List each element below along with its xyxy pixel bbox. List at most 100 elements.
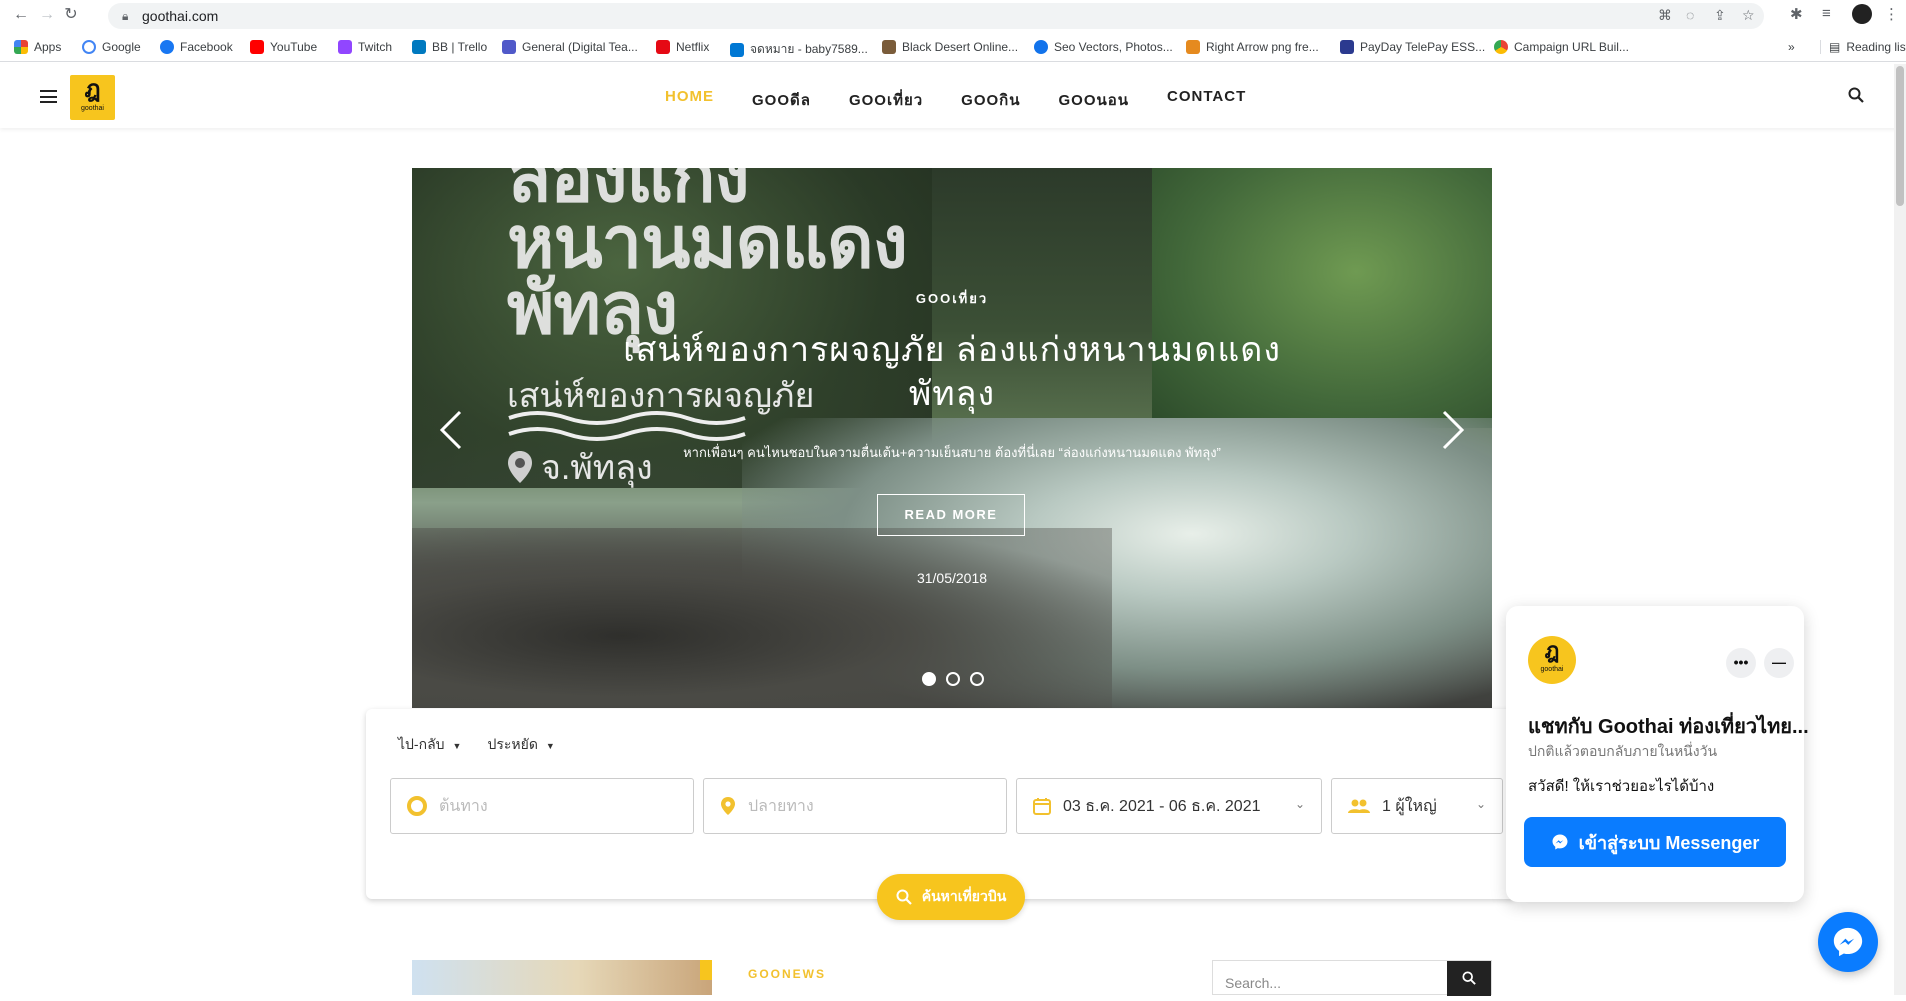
share-icon[interactable]: ⇪ xyxy=(1714,7,1726,24)
forward-icon[interactable]: → xyxy=(38,6,56,24)
bookmark-label: Twitch xyxy=(358,40,393,54)
trip-type-select[interactable]: ไป-กลับ ▼ xyxy=(398,734,461,756)
slider-dot-1[interactable] xyxy=(922,672,936,686)
bookmark-apps[interactable]: Apps xyxy=(14,40,61,54)
bookmark-payday[interactable]: PayDay TelePay ESS... xyxy=(1340,40,1485,54)
reading-list-label: Reading list xyxy=(1846,40,1906,54)
origin-field[interactable]: ต้นทาง xyxy=(390,778,694,834)
nav-goo-eat[interactable]: GOOกิน xyxy=(961,88,1020,112)
logo-text: goothai xyxy=(81,105,104,112)
bookmark-label: Facebook xyxy=(180,40,233,54)
passenger-field[interactable]: 1 ผู้ใหญ่ ⌄ xyxy=(1331,778,1503,834)
bookmark-google[interactable]: Google xyxy=(82,40,141,54)
messenger-fab-button[interactable] xyxy=(1818,912,1878,972)
bookmark-seo-vectors[interactable]: Seo Vectors, Photos... xyxy=(1034,40,1173,54)
messenger-login-button[interactable]: เข้าสู่ระบบ Messenger xyxy=(1524,817,1786,867)
hero-title[interactable]: เสน่ห์ของการผจญภัย ล่องแก่งหนานมดแดง พัท… xyxy=(412,328,1492,416)
bookmark-campaign-url[interactable]: Campaign URL Buil... xyxy=(1494,40,1629,54)
date-range-field[interactable]: 03 ธ.ค. 2021 - 06 ธ.ค. 2021 ⌄ xyxy=(1016,778,1322,834)
chat-minimize-button[interactable]: — xyxy=(1764,648,1794,678)
nav-goo-sleep[interactable]: GOOนอน xyxy=(1059,88,1130,112)
overlay-title-line: หนานมดแดง xyxy=(507,203,908,283)
site-logo[interactable]: ฎ goothai xyxy=(70,75,115,120)
payday-icon xyxy=(1340,40,1354,54)
hero-date: 31/05/2018 xyxy=(916,570,988,586)
caret-down-icon: ▼ xyxy=(452,741,462,751)
sidebar-search-button[interactable] xyxy=(1447,961,1491,996)
class-select[interactable]: ประหยัด ▼ xyxy=(487,734,554,756)
address-bar[interactable]: 🔒︎ goothai.com ⌘ ◌ ⇪ ☆ xyxy=(108,3,1764,29)
bookmark-youtube[interactable]: YouTube xyxy=(250,40,317,54)
bookmark-trello[interactable]: BB | Trello xyxy=(412,40,487,54)
bookmark-netflix[interactable]: Netflix xyxy=(656,40,709,54)
bookmark-teams[interactable]: General (Digital Tea... xyxy=(502,40,638,54)
destination-field[interactable]: ปลายทาง xyxy=(703,778,1007,834)
slider-prev-arrow-icon[interactable] xyxy=(436,408,466,452)
slider-next-arrow-icon[interactable] xyxy=(1438,408,1468,452)
chat-greeting: สวัสดี! ให้เราช่วยอะไรได้บ้าง xyxy=(1528,778,1715,795)
read-more-button[interactable]: READ MORE xyxy=(877,494,1025,536)
chat-subtitle: ปกติแล้วตอบกลับภายในหนึ่งวัน xyxy=(1528,743,1718,759)
facebook-icon xyxy=(160,40,174,54)
hero-category[interactable]: GOOเที่ยว xyxy=(412,288,1492,309)
chevron-down-icon: ⌄ xyxy=(1294,797,1305,811)
messenger-icon xyxy=(1833,927,1863,957)
messenger-login-label: เข้าสู่ระบบ Messenger xyxy=(1578,832,1760,853)
booking-options: ไป-กลับ ▼ ประหยัด ▼ xyxy=(398,734,555,756)
goonews-label[interactable]: GOONEWS xyxy=(748,967,826,981)
location-pin-icon xyxy=(721,797,735,815)
bookmark-outlook[interactable]: จดหมาย - baby7589... xyxy=(730,40,868,59)
bookmark-black-desert[interactable]: Black Desert Online... xyxy=(882,40,1018,54)
bookmark-right-arrow[interactable]: Right Arrow png fre... xyxy=(1186,40,1319,54)
search-icon[interactable] xyxy=(1848,87,1864,103)
extensions-icon[interactable]: ✱ xyxy=(1790,5,1803,23)
chat-logo-glyph: ฎ xyxy=(1544,638,1560,663)
translate-icon[interactable]: ⌘ xyxy=(1658,7,1672,24)
sidebar-search-input[interactable]: Search... xyxy=(1225,975,1281,991)
back-icon[interactable]: ← xyxy=(12,6,30,24)
reload-icon[interactable]: ↻ xyxy=(62,6,80,24)
eye-off-icon[interactable]: ◌ xyxy=(1686,7,1694,23)
nav-home[interactable]: HOME xyxy=(665,88,714,112)
bookmark-label: Black Desert Online... xyxy=(902,40,1019,54)
class-label: ประหยัด xyxy=(487,736,538,752)
nav-contact[interactable]: CONTACT xyxy=(1167,88,1246,112)
bookmark-twitch[interactable]: Twitch xyxy=(338,40,392,54)
news-thumbnail[interactable] xyxy=(412,960,712,995)
chat-title: แชทกับ Goothai ท่องเที่ยวไทย... xyxy=(1528,716,1809,738)
messenger-icon xyxy=(1552,834,1568,850)
logo-glyph: ฎ xyxy=(84,76,101,103)
seo-vectors-icon xyxy=(1034,40,1048,54)
bookmark-facebook[interactable]: Facebook xyxy=(160,40,233,54)
outlook-icon xyxy=(730,42,744,57)
scrollbar-thumb[interactable] xyxy=(1896,66,1904,206)
reading-list-icon: ▤ xyxy=(1829,40,1841,54)
chat-more-options-button[interactable]: ••• xyxy=(1726,648,1756,678)
nav-goo-travel[interactable]: GOOเที่ยว xyxy=(849,88,923,112)
star-icon[interactable]: ☆ xyxy=(1742,7,1755,24)
slider-dot-3[interactable] xyxy=(970,672,984,686)
reading-list-button[interactable]: ▤ Reading list xyxy=(1820,40,1906,54)
browser-toolbar: ← → ↻ 🔒︎ goothai.com ⌘ ◌ ⇪ ☆ ✱ ≡ ⋮ xyxy=(0,0,1906,30)
trip-type-label: ไป-กลับ xyxy=(398,736,445,752)
profile-avatar[interactable] xyxy=(1852,4,1872,24)
passengers-icon xyxy=(1348,799,1370,813)
hamburger-menu-icon[interactable] xyxy=(40,90,57,103)
menu-dots-icon[interactable]: ⋮ xyxy=(1884,5,1899,23)
hero-title-line: เสน่ห์ของการผจญภัย ล่องแก่งหนานมดแดง xyxy=(623,331,1281,369)
bookmarks-overflow[interactable]: » xyxy=(1788,40,1795,54)
youtube-icon xyxy=(250,40,264,54)
slider-dot-2[interactable] xyxy=(946,672,960,686)
bookmark-label: Seo Vectors, Photos... xyxy=(1054,40,1173,54)
twitch-icon xyxy=(338,40,352,54)
campaign-url-icon xyxy=(1494,40,1508,54)
media-icon[interactable]: ≡ xyxy=(1822,5,1831,22)
main-nav: HOME GOOดีล GOOเที่ยว GOOกิน GOOนอน CONT… xyxy=(665,88,1284,112)
origin-circle-icon xyxy=(407,796,427,816)
nav-goo-deal[interactable]: GOOดีล xyxy=(752,88,811,112)
thumbnail-badge xyxy=(700,960,712,980)
page-scrollbar[interactable] xyxy=(1894,64,1906,995)
black-desert-icon xyxy=(882,40,896,54)
overlay-title-art: ล่องแก่ง หนานมดแดง พัทลุง xyxy=(507,168,908,345)
search-flights-button[interactable]: ค้นหาเที่ยวบิน xyxy=(877,874,1025,920)
